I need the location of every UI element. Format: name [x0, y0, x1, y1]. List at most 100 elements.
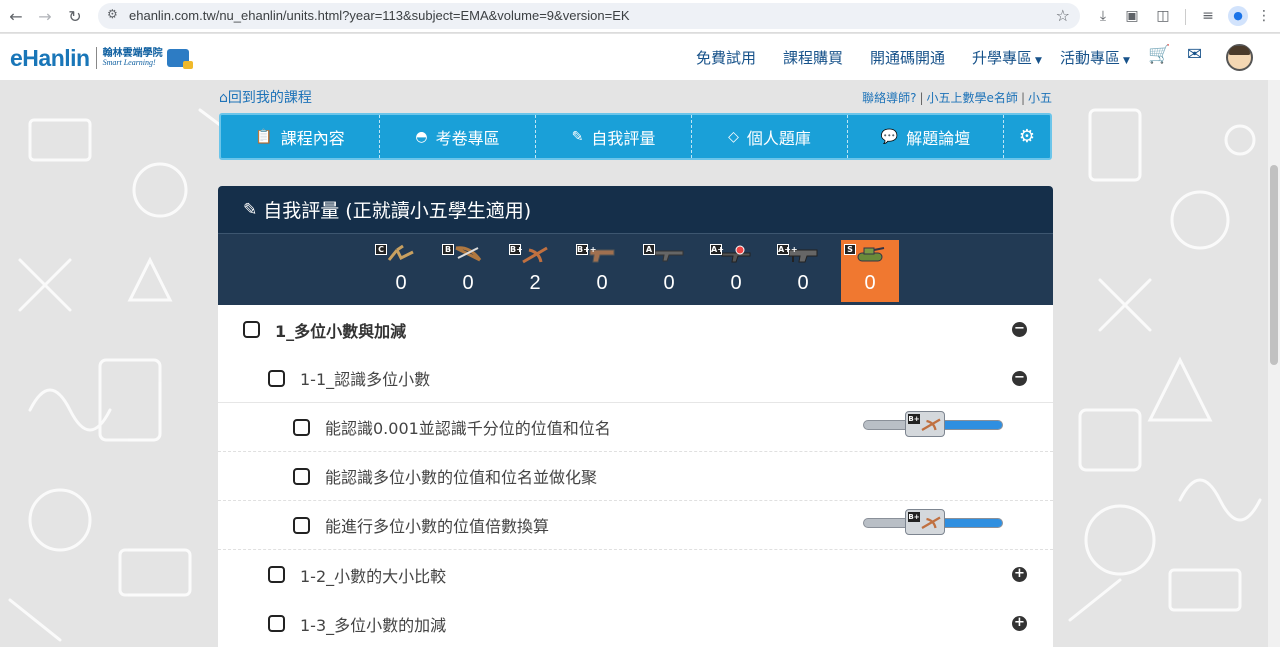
- row-checkbox[interactable]: [268, 615, 285, 632]
- download-icon[interactable]: ⤓: [1093, 6, 1113, 26]
- badge-rank-tag: A++: [777, 244, 798, 255]
- row-checkbox[interactable]: [268, 369, 285, 387]
- nav-free-trial-label: 免費試用: [696, 49, 757, 67]
- weapon-badge: A+ 0: [707, 240, 765, 302]
- bookmark-star-icon[interactable]: ☆: [1056, 6, 1070, 25]
- nav-events-zone-label: 活動專區: [1060, 49, 1121, 67]
- back-arrow-icon[interactable]: ←: [5, 6, 27, 28]
- badge-art: A+: [707, 240, 765, 268]
- badge-rank-tag: B++: [576, 244, 597, 255]
- address-bar[interactable]: ⚙ ehanlin.com.tw/nu_ehanlin/units.html?y…: [98, 3, 1080, 29]
- weapon-badge: B++ 0: [573, 240, 631, 302]
- link-separator: |: [1020, 91, 1025, 105]
- grade-link[interactable]: 小五: [1028, 91, 1052, 105]
- weapon-badge: A++ 0: [774, 240, 832, 302]
- skill-row[interactable]: 能認識多位小數的位值和位名並做化聚: [218, 452, 1053, 501]
- browser-profile-icon[interactable]: ●: [1228, 6, 1248, 26]
- settings-gear-icon[interactable]: ⚙: [1004, 115, 1050, 158]
- nav-events-zone[interactable]: 活動專區 ▼: [1060, 47, 1130, 68]
- tab-self-assessment[interactable]: ✎ 自我評量: [536, 115, 692, 158]
- row-label: 1-1_認識多位小數: [300, 370, 431, 389]
- browser-menu-icon[interactable]: ⋮: [1254, 6, 1274, 26]
- nav-activation-code-label: 開通碼開通: [870, 49, 946, 67]
- badge-rank-tag: B: [442, 244, 454, 255]
- cart-icon[interactable]: 🛒: [1148, 44, 1170, 65]
- tab-forum[interactable]: 💬 解題論壇: [848, 115, 1004, 158]
- badge-art: C: [372, 240, 430, 268]
- tab-exam-papers[interactable]: ◓ 考卷專區: [380, 115, 536, 158]
- page-scrollbar[interactable]: [1268, 80, 1280, 647]
- badge-art: B++: [573, 240, 631, 268]
- nav-activation-code[interactable]: 開通碼開通: [870, 47, 945, 68]
- badge-rank-tag: B+: [509, 244, 523, 255]
- row-checkbox[interactable]: [243, 321, 260, 338]
- tab-personal-question-bank[interactable]: ◇ 個人題庫: [692, 115, 848, 158]
- badge-art: A: [640, 240, 698, 268]
- help-icon: ?: [910, 91, 917, 105]
- media-control-icon[interactable]: ≡: [1198, 6, 1218, 26]
- tab-label: 個人題庫: [746, 128, 811, 148]
- extensions-puzzle-icon[interactable]: ◫: [1153, 6, 1173, 26]
- toolbar-divider: [1185, 9, 1186, 25]
- logo-subtitle: 翰林雲端學院 Smart Learning!: [103, 49, 163, 67]
- scroll-thumb[interactable]: [1270, 165, 1278, 365]
- teacher-course-link[interactable]: 小五上數學e名師: [927, 91, 1018, 105]
- unit-tree: 1_多位小數與加減 − 1-1_認識多位小數 − 能認識0.001並認識千分位的位值和位…: [218, 305, 1053, 647]
- row-checkbox[interactable]: [293, 467, 310, 485]
- collapse-minus-icon[interactable]: −: [1012, 322, 1027, 337]
- crossbow-icon: [522, 246, 548, 264]
- url-text[interactable]: ehanlin.com.tw/nu_ehanlin/units.html?yea…: [129, 8, 630, 23]
- mail-icon[interactable]: ✉: [1187, 44, 1202, 65]
- logo-text: eHanlin: [10, 44, 90, 71]
- row-checkbox[interactable]: [293, 418, 310, 436]
- reload-icon[interactable]: ↻: [64, 6, 86, 28]
- nav-course-purchase[interactable]: 課程購買: [783, 47, 843, 68]
- expand-plus-icon[interactable]: +: [1012, 616, 1027, 631]
- section-row[interactable]: 1-3_多位小數的加減 +: [218, 599, 1053, 647]
- row-label: 1-2_小數的大小比較: [300, 566, 447, 586]
- tab-label: 考卷專區: [435, 128, 500, 148]
- site-info-icon[interactable]: ⚙: [107, 7, 118, 21]
- forward-arrow-icon[interactable]: →: [34, 6, 56, 28]
- user-avatar[interactable]: [1226, 44, 1253, 71]
- badge-art: B: [439, 240, 497, 268]
- contact-tutor-link[interactable]: 聯絡導師?: [862, 91, 916, 105]
- badge-art: B+: [506, 240, 564, 268]
- section-row[interactable]: 1-1_認識多位小數 −: [218, 354, 1053, 403]
- row-label: 1_多位小數與加減: [275, 321, 407, 341]
- badge-count: 0: [864, 272, 876, 294]
- extension-app-icon[interactable]: ▣: [1122, 6, 1142, 26]
- collapse-minus-icon[interactable]: −: [1012, 371, 1027, 386]
- panel-title: 自我評量 (正就讀小五學生適用): [263, 200, 532, 222]
- nav-free-trial[interactable]: 免費試用: [696, 47, 756, 68]
- diamond-icon: ◇: [728, 128, 739, 145]
- home-icon: ⌂: [219, 90, 228, 106]
- teacher-links: 聯絡導師? | 小五上數學e名師 | 小五: [862, 89, 1052, 106]
- expand-plus-icon[interactable]: +: [1012, 567, 1027, 582]
- caret-down-icon: ▼: [1035, 56, 1042, 66]
- progress-weapon-badge: B+: [905, 411, 945, 437]
- edit-icon: ✎: [243, 199, 258, 220]
- skill-row[interactable]: 能進行多位小數的位值倍數換算 B+: [218, 501, 1053, 550]
- nav-exam-zone[interactable]: 升學專區 ▼: [972, 47, 1042, 68]
- row-checkbox[interactable]: [268, 566, 285, 583]
- unit-row[interactable]: 1_多位小數與加減 −: [218, 305, 1053, 354]
- ehanlin-logo[interactable]: eHanlin 翰林雲端學院 Smart Learning!: [10, 43, 193, 73]
- logo-book-icon: [166, 49, 193, 69]
- tab-label: 課程內容: [280, 128, 345, 148]
- tab-course-content[interactable]: 📋 課程內容: [221, 115, 380, 158]
- tab-label: 解題論壇: [906, 128, 971, 148]
- section-row[interactable]: 1-2_小數的大小比較 +: [218, 550, 1053, 599]
- row-checkbox[interactable]: [293, 516, 310, 534]
- course-tab-bar: 📋 課程內容 ◓ 考卷專區 ✎ 自我評量 ◇ 個人題庫 💬 解題論壇 ⚙: [219, 113, 1052, 160]
- badge-art: A++: [774, 240, 832, 268]
- tab-label: 自我評量: [591, 128, 656, 148]
- back-to-my-courses-link[interactable]: ⌂回到我的課程: [219, 87, 312, 107]
- skill-row[interactable]: 能認識0.001並認識千分位的位值和位名 B+: [218, 403, 1053, 452]
- badge-count: 0: [462, 272, 474, 294]
- weapon-badge: C0: [372, 240, 430, 302]
- badge-count: 0: [730, 272, 742, 294]
- row-label: 能認識多位小數的位值和位名並做化聚: [325, 468, 598, 487]
- badge-count: 0: [395, 272, 407, 294]
- progress-weapon-badge: B+: [905, 509, 945, 535]
